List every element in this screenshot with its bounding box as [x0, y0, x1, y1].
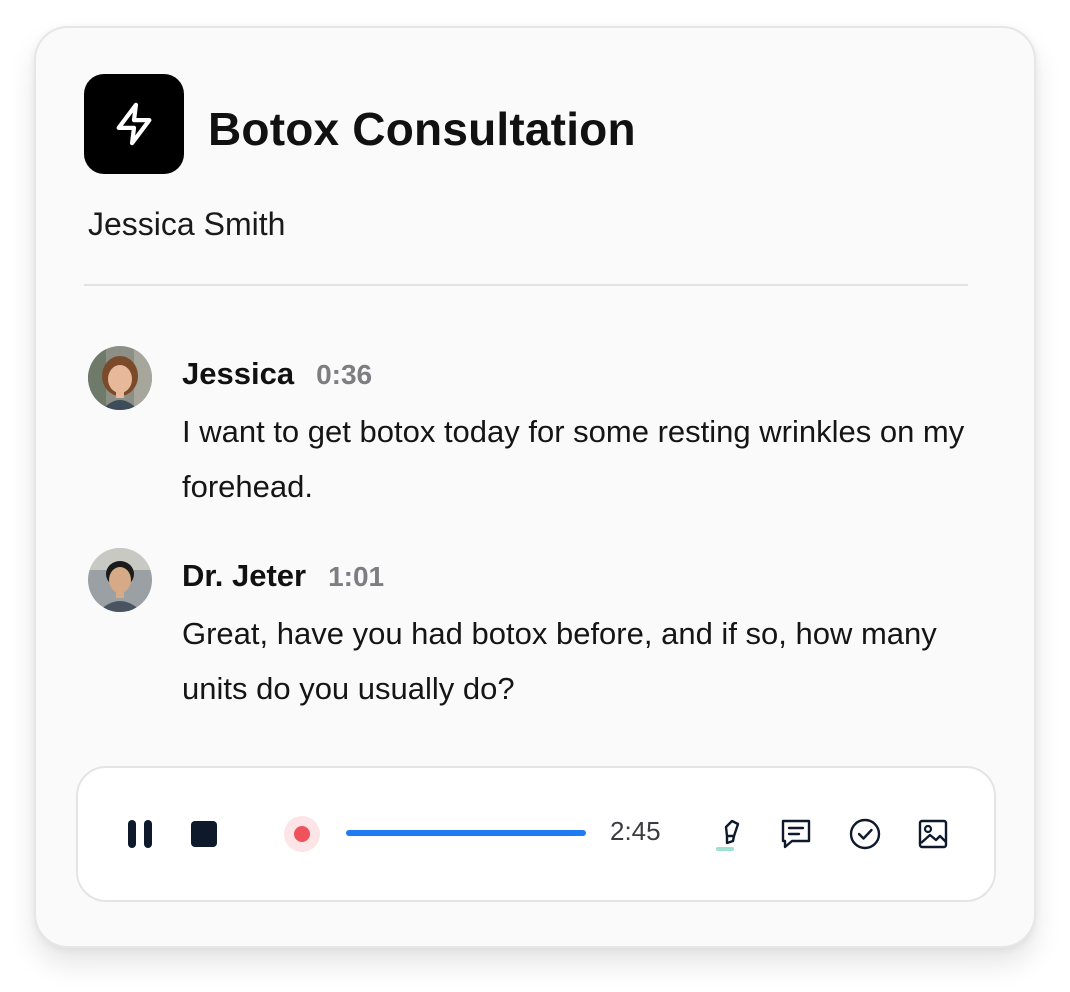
- recording-player: 2:45: [76, 766, 996, 902]
- avatar-dr-jeter: [88, 548, 152, 612]
- image-icon: [918, 819, 948, 849]
- highlighter-icon: [716, 819, 740, 851]
- lightning-bolt-icon: [116, 102, 152, 146]
- check-circle-icon: [849, 818, 881, 850]
- stop-button[interactable]: [186, 816, 222, 852]
- image-button[interactable]: [913, 814, 953, 854]
- speaker-name: Jessica: [182, 356, 295, 391]
- stop-icon: [191, 821, 217, 847]
- patient-name: Jessica Smith: [88, 206, 286, 242]
- message-text: Great, have you had botox before, and if…: [182, 616, 937, 706]
- record-dot-icon: [284, 816, 320, 852]
- app-icon: [84, 74, 184, 174]
- recording-duration: 2:45: [610, 816, 661, 846]
- message-timestamp[interactable]: 0:36: [316, 359, 372, 390]
- message-text: I want to get botox today for some resti…: [182, 414, 965, 504]
- comment-icon: [781, 819, 811, 849]
- page-title: Botox Consultation: [208, 103, 636, 155]
- speaker-name: Dr. Jeter: [182, 558, 307, 593]
- highlighter-button[interactable]: [710, 814, 750, 854]
- header-divider: [84, 284, 968, 286]
- progress-track[interactable]: [346, 830, 586, 836]
- message-header: Dr. Jeter 1:01: [182, 558, 384, 594]
- message-timestamp[interactable]: 1:01: [328, 561, 384, 592]
- pause-button[interactable]: [122, 814, 158, 854]
- recording-indicator: [282, 814, 322, 854]
- avatar-jessica: [88, 346, 152, 410]
- progress-fill: [346, 830, 586, 836]
- message-header: Jessica 0:36: [182, 356, 372, 392]
- pause-icon: [128, 820, 152, 848]
- complete-button[interactable]: [845, 814, 885, 854]
- consultation-card: Botox Consultation Jessica Smith Jessica…: [34, 26, 1036, 948]
- comment-button[interactable]: [776, 814, 816, 854]
